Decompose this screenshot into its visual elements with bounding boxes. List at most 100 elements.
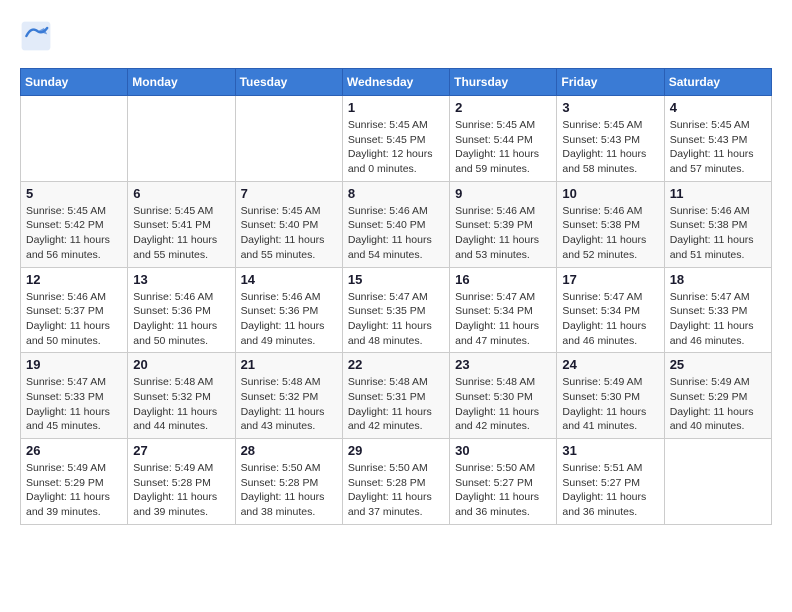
calendar-body: 1Sunrise: 5:45 AMSunset: 5:45 PMDaylight… [21, 96, 772, 525]
calendar-cell: 1Sunrise: 5:45 AMSunset: 5:45 PMDaylight… [342, 96, 449, 182]
day-info: Sunrise: 5:45 AMSunset: 5:44 PMDaylight:… [455, 118, 551, 177]
day-info: Sunrise: 5:46 AMSunset: 5:39 PMDaylight:… [455, 204, 551, 263]
calendar-cell: 16Sunrise: 5:47 AMSunset: 5:34 PMDayligh… [450, 267, 557, 353]
day-info: Sunrise: 5:48 AMSunset: 5:31 PMDaylight:… [348, 375, 444, 434]
day-number: 10 [562, 186, 658, 201]
calendar-cell: 5Sunrise: 5:45 AMSunset: 5:42 PMDaylight… [21, 181, 128, 267]
weekday-wednesday: Wednesday [342, 69, 449, 96]
logo [20, 20, 56, 52]
day-number: 15 [348, 272, 444, 287]
day-info: Sunrise: 5:50 AMSunset: 5:28 PMDaylight:… [241, 461, 337, 520]
calendar-cell: 24 Sunrise: 5:49 AMSunset: 5:30 PMDayligh… [557, 353, 664, 439]
day-info: Sunrise: 5:50 AMSunset: 5:28 PMDaylight:… [348, 461, 444, 520]
day-info: Sunrise: 5:45 AMSunset: 5:40 PMDaylight:… [241, 204, 337, 263]
calendar-cell: 31 Sunrise: 5:51 AMSunset: 5:27 PMDayligh… [557, 439, 664, 525]
weekday-tuesday: Tuesday [235, 69, 342, 96]
calendar-table: SundayMondayTuesdayWednesdayThursdayFrid… [20, 68, 772, 525]
day-number: 20 [133, 357, 229, 372]
day-info: Sunrise: 5:46 AMSunset: 5:40 PMDaylight:… [348, 204, 444, 263]
day-info: Sunrise: 5:49 AMSunset: 5:29 PMDaylight:… [26, 461, 122, 520]
day-number: 5 [26, 186, 122, 201]
day-info: Sunrise: 5:46 AMSunset: 5:36 PMDaylight:… [241, 290, 337, 349]
day-number: 16 [455, 272, 551, 287]
day-number: 11 [670, 186, 766, 201]
calendar-cell: 2 Sunrise: 5:45 AMSunset: 5:44 PMDaylight… [450, 96, 557, 182]
day-number: 7 [241, 186, 337, 201]
calendar-cell: 14 Sunrise: 5:46 AMSunset: 5:36 PMDayligh… [235, 267, 342, 353]
day-number: 30 [455, 443, 551, 458]
calendar-cell: 7 Sunrise: 5:45 AMSunset: 5:40 PMDaylight… [235, 181, 342, 267]
day-info: Sunrise: 5:47 AMSunset: 5:35 PMDaylight:… [348, 290, 444, 349]
day-info: Sunrise: 5:50 AMSunset: 5:27 PMDaylight:… [455, 461, 551, 520]
day-number: 8 [348, 186, 444, 201]
day-info: Sunrise: 5:46 AMSunset: 5:37 PMDaylight:… [26, 290, 122, 349]
day-info: Sunrise: 5:45 AMSunset: 5:41 PMDaylight:… [133, 204, 229, 263]
day-info: Sunrise: 5:49 AMSunset: 5:29 PMDaylight:… [670, 375, 766, 434]
day-number: 24 [562, 357, 658, 372]
day-number: 17 [562, 272, 658, 287]
weekday-sunday: Sunday [21, 69, 128, 96]
day-number: 12 [26, 272, 122, 287]
calendar-cell [664, 439, 771, 525]
day-number: 27 [133, 443, 229, 458]
calendar-cell: 9 Sunrise: 5:46 AMSunset: 5:39 PMDaylight… [450, 181, 557, 267]
calendar-cell: 3 Sunrise: 5:45 AMSunset: 5:43 PMDaylight… [557, 96, 664, 182]
day-number: 9 [455, 186, 551, 201]
day-number: 3 [562, 100, 658, 115]
day-info: Sunrise: 5:48 AMSunset: 5:30 PMDaylight:… [455, 375, 551, 434]
calendar-cell: 27 Sunrise: 5:49 AMSunset: 5:28 PMDayligh… [128, 439, 235, 525]
day-number: 13 [133, 272, 229, 287]
calendar-week-2: 12 Sunrise: 5:46 AMSunset: 5:37 PMDayligh… [21, 267, 772, 353]
calendar-cell: 26 Sunrise: 5:49 AMSunset: 5:29 PMDayligh… [21, 439, 128, 525]
day-info: Sunrise: 5:45 AMSunset: 5:43 PMDaylight:… [562, 118, 658, 177]
day-info: Sunrise: 5:46 AMSunset: 5:38 PMDaylight:… [562, 204, 658, 263]
day-number: 18 [670, 272, 766, 287]
day-number: 26 [26, 443, 122, 458]
calendar-week-0: 1Sunrise: 5:45 AMSunset: 5:45 PMDaylight… [21, 96, 772, 182]
weekday-thursday: Thursday [450, 69, 557, 96]
calendar-cell: 12 Sunrise: 5:46 AMSunset: 5:37 PMDayligh… [21, 267, 128, 353]
day-number: 2 [455, 100, 551, 115]
calendar-cell: 20Sunrise: 5:48 AMSunset: 5:32 PMDayligh… [128, 353, 235, 439]
weekday-friday: Friday [557, 69, 664, 96]
calendar-cell: 6 Sunrise: 5:45 AMSunset: 5:41 PMDaylight… [128, 181, 235, 267]
calendar-cell [128, 96, 235, 182]
calendar-cell [235, 96, 342, 182]
day-number: 25 [670, 357, 766, 372]
day-info: Sunrise: 5:49 AMSunset: 5:30 PMDaylight:… [562, 375, 658, 434]
day-info: Sunrise: 5:47 AMSunset: 5:33 PMDaylight:… [26, 375, 122, 434]
calendar-cell: 17 Sunrise: 5:47 AMSunset: 5:34 PMDayligh… [557, 267, 664, 353]
calendar-cell [21, 96, 128, 182]
calendar-cell: 23Sunrise: 5:48 AMSunset: 5:30 PMDayligh… [450, 353, 557, 439]
day-info: Sunrise: 5:45 AMSunset: 5:45 PMDaylight:… [348, 118, 444, 177]
day-number: 19 [26, 357, 122, 372]
weekday-saturday: Saturday [664, 69, 771, 96]
day-info: Sunrise: 5:47 AMSunset: 5:33 PMDaylight:… [670, 290, 766, 349]
day-info: Sunrise: 5:47 AMSunset: 5:34 PMDaylight:… [562, 290, 658, 349]
calendar-cell: 13Sunrise: 5:46 AMSunset: 5:36 PMDayligh… [128, 267, 235, 353]
day-number: 14 [241, 272, 337, 287]
day-number: 22 [348, 357, 444, 372]
calendar-cell: 18 Sunrise: 5:47 AMSunset: 5:33 PMDayligh… [664, 267, 771, 353]
calendar-cell: 8 Sunrise: 5:46 AMSunset: 5:40 PMDaylight… [342, 181, 449, 267]
calendar-header: SundayMondayTuesdayWednesdayThursdayFrid… [21, 69, 772, 96]
calendar-cell: 21 Sunrise: 5:48 AMSunset: 5:32 PMDayligh… [235, 353, 342, 439]
day-number: 4 [670, 100, 766, 115]
day-info: Sunrise: 5:49 AMSunset: 5:28 PMDaylight:… [133, 461, 229, 520]
day-info: Sunrise: 5:45 AMSunset: 5:43 PMDaylight:… [670, 118, 766, 177]
calendar-cell: 28 Sunrise: 5:50 AMSunset: 5:28 PMDayligh… [235, 439, 342, 525]
calendar-cell: 22 Sunrise: 5:48 AMSunset: 5:31 PMDayligh… [342, 353, 449, 439]
calendar-week-3: 19 Sunrise: 5:47 AMSunset: 5:33 PMDayligh… [21, 353, 772, 439]
calendar-cell: 11 Sunrise: 5:46 AMSunset: 5:38 PMDayligh… [664, 181, 771, 267]
day-number: 21 [241, 357, 337, 372]
day-number: 28 [241, 443, 337, 458]
calendar-cell: 15 Sunrise: 5:47 AMSunset: 5:35 PMDayligh… [342, 267, 449, 353]
day-number: 6 [133, 186, 229, 201]
calendar-week-1: 5Sunrise: 5:45 AMSunset: 5:42 PMDaylight… [21, 181, 772, 267]
day-info: Sunrise: 5:48 AMSunset: 5:32 PMDaylight:… [241, 375, 337, 434]
weekday-header-row: SundayMondayTuesdayWednesdayThursdayFrid… [21, 69, 772, 96]
day-info: Sunrise: 5:51 AMSunset: 5:27 PMDaylight:… [562, 461, 658, 520]
day-number: 31 [562, 443, 658, 458]
logo-icon [20, 20, 52, 52]
day-info: Sunrise: 5:46 AMSunset: 5:38 PMDaylight:… [670, 204, 766, 263]
